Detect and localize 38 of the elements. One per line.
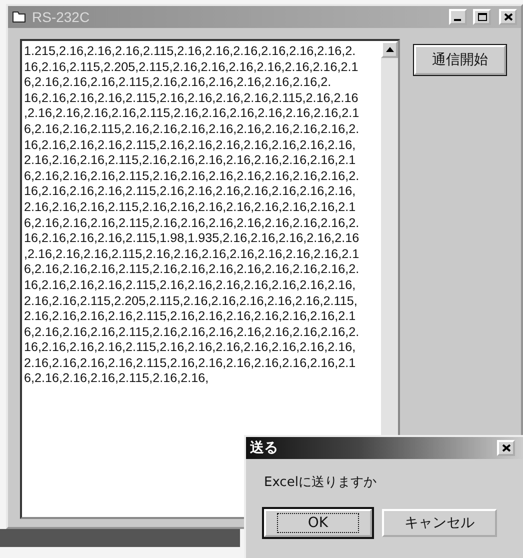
data-line: 2.16,2.16,2.16,2.16,2.115,2.16,2.16,2.16,2.16,2.16,2.16,2.1 [24, 309, 357, 325]
data-line: 6,2.16,2.16,2.16,2.115,2.16,2.16,2.16,2.16,2.16,2.16,2.16,2. [24, 324, 360, 340]
close-icon [502, 444, 510, 452]
data-line: 6,2.16,2.16,2.16,2.115,2.16,2.16, [24, 371, 210, 388]
data-line: 2.16,2.16,2.16,2.115,2.16,2.16,2.16,2.16,2.16,2.16,2.16,2.1 [24, 153, 357, 169]
minimize-button[interactable] [449, 9, 467, 25]
data-line: 6,2.16,2.16,2.115,2.16,2.16,2.16,2.16,2.16,2.16,2.16,2.16,2. [24, 122, 360, 138]
close-icon [504, 13, 512, 21]
maximize-icon [478, 13, 486, 21]
data-line: 16,2.16,2.16,2.16,2.115,2.16,2.16,2.16,2.16,2.16,2.16,2.16, [24, 340, 357, 356]
maximize-button[interactable] [473, 9, 491, 25]
data-line: ,2.16,2.16,2.16,2.16,2.115,2.16,2.16,2.16,2.16,2.16,2.16,2.1 [24, 106, 360, 122]
dialog-title: 送る [250, 439, 279, 457]
data-line: 16,2.16,2.115,2.205,2.115,2.16,2.16,2.16,2.16,2.16,2.16,2.1 [24, 60, 360, 76]
scroll-up-button[interactable] [381, 41, 398, 58]
data-line: 16,2.16,2.16,2.16,2.115,1.98,1.935,2.16,2.16,2.16,2.16,2.16 [24, 231, 360, 247]
data-line: 6,2.16,2.16,2.16,2.115,2.16,2.16,2.16,2.16,2.16,2.16,2.16,2. [24, 262, 360, 278]
window-title: RS-232C [32, 9, 91, 25]
data-line: 2.16,2.16,2.16,2.115,2.16,2.16,2.16,2.16,2.16,2.16,2.16,2.1 [24, 200, 357, 216]
data-line: 16,2.16,2.16,2.16,2.115,2.16,2.16,2.16,2.16,2.16,2.16,2.16, [24, 278, 357, 294]
dialog-message: Excelに送りますか [264, 474, 378, 491]
data-line: 6,2.16,2.16,2.16,2.115,2.16,2.16,2.16,2.16,2.16,2.16,2.16,2. [24, 168, 360, 184]
data-line: 2.16,2.16,2.115,2.205,2.115,2.16,2.16,2.16,2.16,2.16,2.115, [24, 294, 358, 310]
data-line: 2.16,2.16,2.16,2.16,2.115,2.16,2.16,2.16,2.16,2.16,2.16,2.1 [24, 356, 357, 372]
dialog-button[interactable]: キャンセル [382, 509, 497, 537]
up-arrow-icon [386, 47, 394, 52]
window-icon [12, 11, 26, 23]
close-button[interactable] [497, 440, 515, 456]
data-line: 16,2.16,2.16,2.16,2.115,2.16,2.16,2.16,2.16,2.115,2.16,2.16 [24, 90, 360, 106]
data-line: 6,2.16,2.16,2.16,2.115,2.16,2.16,2.16,2.16,2.16,2.16,2.16,2. [24, 216, 360, 232]
start-button[interactable]: 通信開始 [414, 45, 506, 75]
data-line: ,2.16,2.16,2.16,2.115,2.16,2.16,2.16,2.16,2.16,2.16,2.16,2.1 [24, 246, 360, 262]
data-line: 1.215,2.16,2.16,2.16,2.115,2.16,2.16,2.16,2.16,2.16,2.16,2. [24, 44, 357, 60]
data-line: 6,2.16,2.16,2.16,2.115,2.16,2.16,2.16,2.16,2.16,2.16,2. [24, 75, 332, 91]
data-line: 16,2.16,2.16,2.16,2.115,2.16,2.16,2.16,2.16,2.16,2.16,2.16, [24, 138, 357, 154]
close-button[interactable] [499, 9, 517, 25]
data-line: 16,2.16,2.16,2.16,2.115,2.16,2.16,2.16,2.16,2.16,2.16,2.16, [24, 184, 357, 200]
dialog-button[interactable]: OK [264, 509, 372, 537]
